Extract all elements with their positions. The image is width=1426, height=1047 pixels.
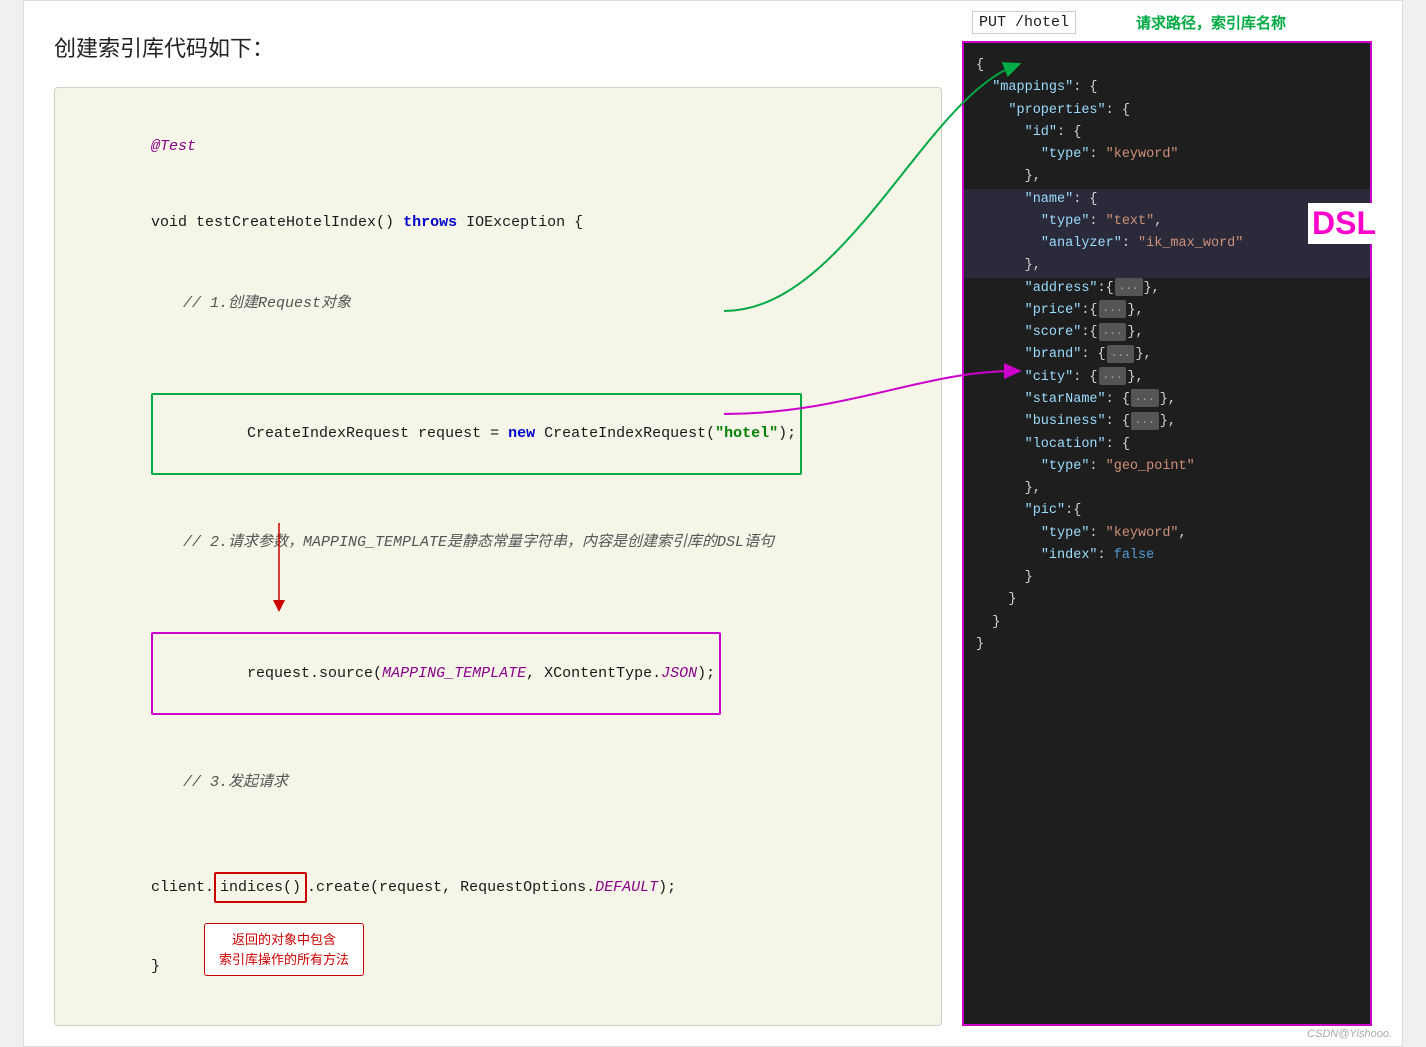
json-line-13: "brand": {...}, [976, 344, 1358, 366]
collapsed-city: ... [1099, 367, 1127, 385]
indices-box: indices() [214, 872, 307, 904]
json-line-9: }, [964, 255, 1370, 277]
client-create: .create(request, RequestOptions. [307, 879, 595, 896]
req-source1: request.source( [247, 665, 382, 682]
req-label: 请求路径，索引库名称 [1136, 12, 1286, 33]
method-void: void testCreateHotelIndex() [151, 214, 403, 231]
json-line-21: "type": "keyword", [976, 523, 1358, 545]
create-class: CreateIndexRequest request = [247, 425, 508, 442]
json-line-16: "business": {...}, [976, 411, 1358, 433]
collapsed-price: ... [1099, 300, 1127, 318]
collapsed-starname: ... [1131, 389, 1159, 407]
right-panel: PUT /hotel 请求路径，索引库名称 DSL { "mappings": … [962, 41, 1372, 1026]
create-request-line: CreateIndexRequest request = new CreateI… [79, 342, 917, 501]
json-line-1: "mappings": { [976, 77, 1358, 99]
req-source2: , XContentType. [526, 665, 661, 682]
json-line-17: "location": { [976, 434, 1358, 456]
request-source-line: request.source(MAPPING_TEMPLATE, XConten… [79, 581, 917, 740]
left-panel: 创建索引库代码如下： @Test void testCreateHotelInd… [54, 31, 942, 1026]
json-line-19: }, [976, 478, 1358, 500]
annotation-line: @Test [79, 108, 917, 185]
json-line-24: } [976, 589, 1358, 611]
comment2: // 2.请求参数，MAPPING_TEMPLATE是静态常量字符串，内容是创建… [183, 534, 774, 551]
json-line-23: } [976, 567, 1358, 589]
json-line-5: }, [976, 166, 1358, 188]
mapping-template: MAPPING_TEMPLATE [382, 665, 526, 682]
new-keyword: new [508, 425, 535, 442]
json-line-14: "city": {...}, [976, 367, 1358, 389]
json-line-0: { [976, 55, 1358, 77]
json-line-12: "score":{...}, [976, 322, 1358, 344]
callout-red-text: 返回的对象中包含索引库操作的所有方法 [219, 932, 349, 967]
json-line-3: "id": { [976, 122, 1358, 144]
default-field: DEFAULT [595, 879, 658, 896]
close-brace: } [151, 958, 160, 975]
annotation-test: @Test [151, 138, 196, 155]
json-line-25: } [976, 612, 1358, 634]
code-block: @Test void testCreateHotelIndex() throws… [54, 87, 942, 1026]
json-code: { "mappings": { "properties": { "id": { … [964, 51, 1370, 660]
collapsed-score: ... [1099, 323, 1127, 341]
create-class2: CreateIndexRequest( [535, 425, 715, 442]
method-throws: throws [403, 214, 457, 231]
json-line-22: "index": false [976, 545, 1358, 567]
collapsed-brand: ... [1107, 345, 1135, 363]
collapsed-business: ... [1131, 412, 1159, 430]
json-field: JSON [661, 665, 697, 682]
client-line: client.indices().create(request, Request… [79, 821, 917, 929]
page-heading: 创建索引库代码如下： [54, 31, 942, 63]
comment1-line: // 1.创建Request对象 [79, 265, 917, 342]
comment3-line: // 3.发起请求 [79, 744, 917, 821]
comment1: // 1.创建Request对象 [183, 295, 351, 312]
hotel-string: "hotel" [715, 425, 778, 442]
create-end: ); [778, 425, 796, 442]
method-sig-line: void testCreateHotelIndex() throws IOExc… [79, 185, 917, 262]
json-line-20: "pic":{ [976, 500, 1358, 522]
json-line-2: "properties": { [976, 100, 1358, 122]
page-container: 创建索引库代码如下： @Test void testCreateHotelInd… [23, 0, 1403, 1047]
json-line-26: } [976, 634, 1358, 656]
watermark: CSDN@Yishooo. [1307, 1028, 1392, 1040]
collapsed-address: ... [1115, 278, 1143, 296]
json-line-15: "starName": {...}, [976, 389, 1358, 411]
comment3: // 3.发起请求 [183, 774, 288, 791]
json-line-11: "price":{...}, [976, 300, 1358, 322]
json-line-4: "type": "keyword" [976, 144, 1358, 166]
client-word: client. [151, 879, 214, 896]
callout-red-box: 返回的对象中包含索引库操作的所有方法 [204, 923, 364, 976]
method-sig2: IOException { [457, 214, 583, 231]
dsl-label: DSL [1308, 203, 1380, 244]
create-request-box: CreateIndexRequest request = new CreateI… [151, 393, 802, 476]
json-line-18: "type": "geo_point" [976, 456, 1358, 478]
client-end: ); [658, 879, 676, 896]
req-source-end: ); [697, 665, 715, 682]
comment2-line: // 2.请求参数，MAPPING_TEMPLATE是静态常量字符串，内容是创建… [79, 505, 917, 582]
json-line-10: "address":{...}, [976, 278, 1358, 300]
put-label: PUT /hotel [972, 11, 1076, 34]
right-header: PUT /hotel 请求路径，索引库名称 [964, 9, 1370, 36]
request-source-box: request.source(MAPPING_TEMPLATE, XConten… [151, 632, 721, 715]
